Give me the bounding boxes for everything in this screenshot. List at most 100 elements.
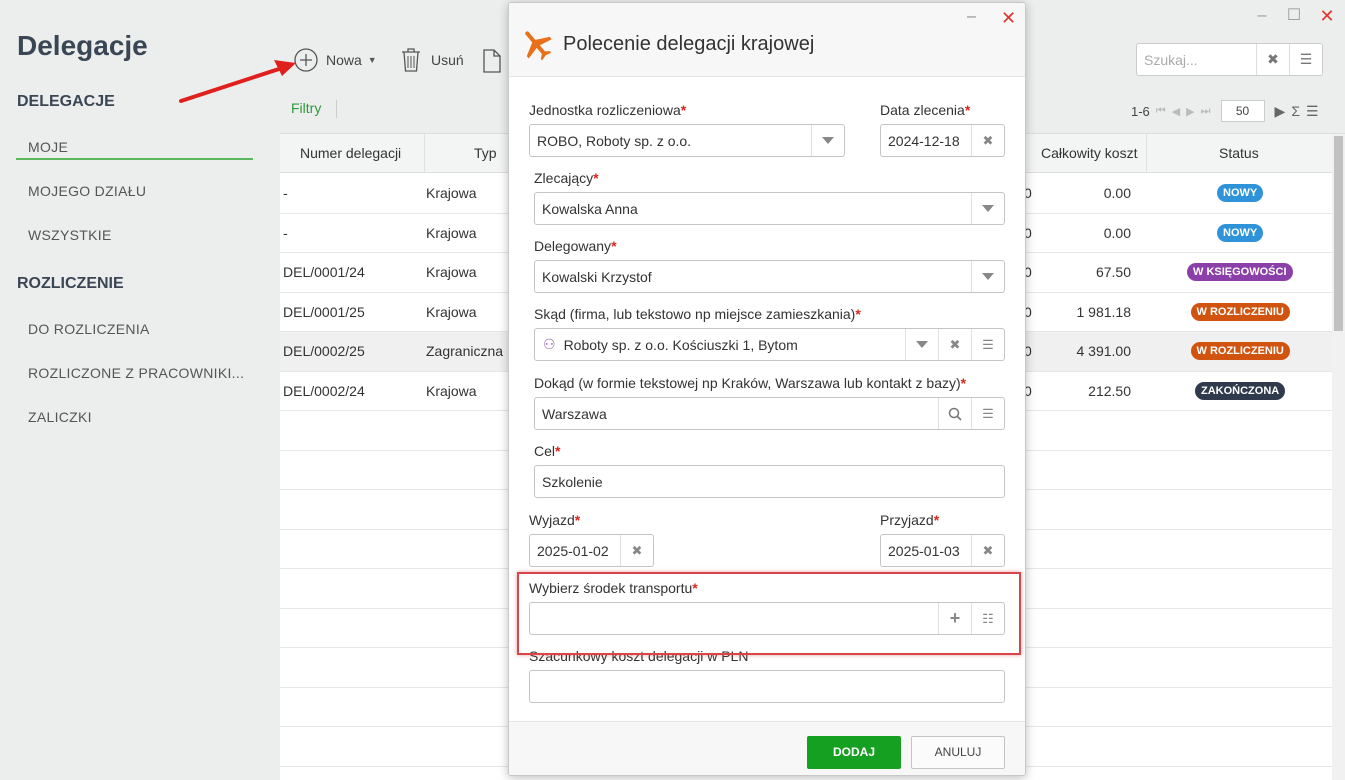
delete-button-label: Usuń [431,52,464,68]
transport-label: Wybierz środek transportu* [529,580,698,596]
clear-icon[interactable]: ✖ [971,125,1004,156]
first-page-icon[interactable]: ⏮ [1156,105,1166,118]
clear-icon[interactable]: ✖ [971,535,1004,566]
cell-number: DEL/0001/24 [283,264,365,280]
sidebar-item-wszystkie[interactable]: WSZYSTKIE [28,227,112,243]
clear-icon[interactable]: ✖ [620,535,653,566]
col-header-total[interactable]: Całkowity koszt [1041,145,1137,161]
chevron-down-icon: ▼ [367,55,377,65]
next-page-icon[interactable]: ▶ [1186,105,1194,118]
menu-icon[interactable]: ☰ [971,329,1004,360]
status-badge: ZAKOŃCZONA [1195,381,1286,400]
pager: 1-6 ⏮ ◀ ▶ ⏭ 50 ▶ Σ ☰ [1131,100,1319,122]
filters-link[interactable]: Filtry [291,100,321,116]
status-badge: W ROZLICZENIU [1190,302,1290,321]
window-close-button[interactable]: ✕ [1317,6,1337,26]
status-badge: W KSIĘGOWOŚCI [1187,263,1293,281]
last-page-icon[interactable]: ⏭ [1201,105,1211,118]
orderer-select[interactable]: Kowalska Anna [534,192,1005,225]
delegate-value: Kowalski Krzystof [542,268,652,285]
from-select[interactable]: ⚇ Roboty sp. z o.o. Kościuszki 1, Bytom … [534,328,1005,361]
clear-icon[interactable]: ✖ [938,329,971,360]
go-icon[interactable]: ▶ [1275,103,1286,120]
dialog-footer: DODAJ ANULUJ [509,721,1025,775]
departure-date-field[interactable]: 2025-01-02 ✖ [529,534,654,567]
window-maximize-button[interactable]: ☐ [1284,6,1304,26]
dialog-close-button[interactable]: ✕ [1001,8,1016,29]
delete-button[interactable]: Usuń [400,46,464,74]
document-copy-icon [483,49,501,73]
pager-range: 1-6 [1131,103,1150,119]
add-icon[interactable]: + [938,603,971,634]
cell-number: DEL/0002/24 [283,382,365,399]
unit-select[interactable]: ROBO, Roboty sp. z o.o. [529,124,845,157]
order-date-field[interactable]: 2024-12-18 ✖ [880,124,1005,157]
delegate-select[interactable]: Kowalski Krzystof [534,260,1005,293]
dialog-header: Polecenie delegacji krajowej – ✕ [509,3,1025,77]
from-value: Roboty sp. z o.o. Kościuszki 1, Bytom [563,336,798,353]
clear-search-icon[interactable]: ✖ [1256,44,1289,75]
cell-number: DEL/0001/25 [283,303,365,320]
add-button[interactable]: DODAJ [807,736,901,769]
cell-total: 67.50 [1095,264,1131,280]
status-badge: NOWY [1217,184,1264,202]
window-minimize-button[interactable]: – [1252,6,1272,26]
estimated-cost-input[interactable] [529,670,1005,703]
dialog-title: Polecenie delegacji krajowej [563,33,815,55]
dropdown-icon[interactable] [971,193,1004,224]
transport-select[interactable]: + ☷ [529,602,1005,635]
cell-type: Krajowa [426,264,477,280]
arrival-value: 2025-01-03 [888,542,960,559]
divider [336,100,337,118]
dialog-minimize-button[interactable]: – [967,8,976,26]
cell-total: 212.50 [1088,382,1131,399]
prev-page-icon[interactable]: ◀ [1172,105,1180,118]
app-title: Delegacje [17,30,148,61]
arrival-date-field[interactable]: 2025-01-03 ✖ [880,534,1005,567]
cancel-button[interactable]: ANULUJ [911,736,1005,769]
status-badge: W ROZLICZENIU [1190,342,1290,360]
menu-icon[interactable]: ☰ [1289,44,1322,75]
col-header-type[interactable]: Typ [474,145,497,161]
dropdown-icon[interactable] [905,329,938,360]
from-label: Skąd (firma, lub tekstowo np miejsce zam… [534,306,861,322]
table-scrollbar[interactable] [1332,134,1345,780]
cell-number: DEL/0002/25 [283,343,365,359]
sidebar-item-rozliczone[interactable]: ROZLICZONE Z PRACOWNIKI... [28,365,244,381]
sidebar-section-rozliczenie: ROZLICZENIE [17,275,124,292]
to-field[interactable]: Warszawa ☰ [534,397,1005,430]
purpose-label: Cel* [534,443,561,459]
copy-button[interactable] [482,46,504,74]
dropdown-icon[interactable] [811,125,844,156]
cell-type: Krajowa [426,224,477,241]
col-header-status[interactable]: Status [1219,145,1259,161]
active-nav-indicator [16,158,253,160]
order-date-label: Data zlecenia* [880,102,971,118]
page-size-input[interactable]: 50 [1220,100,1265,122]
sidebar-item-mojego-dzialu[interactable]: MOJEGO DZIAŁU [28,183,146,199]
sidebar-item-zaliczki[interactable]: ZALICZKI [28,409,92,425]
cell-total: 4 391.00 [1076,343,1132,359]
col-header-number[interactable]: Numer delegacji [300,145,401,161]
sidebar-section-delegacje: DELEGACJE [17,93,115,110]
purpose-input[interactable]: Szkolenie [534,465,1005,498]
cell-total: 0.00 [1103,224,1131,241]
sidebar-item-moje[interactable]: MOJE [28,139,68,155]
dropdown-icon[interactable] [971,261,1004,292]
scrollbar-thumb[interactable] [1334,136,1343,331]
search-input[interactable]: Szukaj... [1137,52,1256,68]
cell-number: - [283,185,288,201]
list-icon[interactable]: ☷ [971,603,1004,634]
new-button-label: Nowa [326,52,362,68]
menu-icon[interactable]: ☰ [971,398,1004,429]
divider [1146,134,1147,173]
search-icon[interactable] [938,398,971,429]
columns-menu-icon[interactable]: ☰ [1306,103,1319,120]
sum-icon[interactable]: Σ [1291,103,1300,119]
cell-total: 1 981.18 [1076,303,1132,320]
sidebar-item-do-rozliczenia[interactable]: DO ROZLICZENIA [28,321,150,337]
unit-label: Jednostka rozliczeniowa* [529,102,687,118]
search-box: Szukaj... ✖ ☰ [1136,43,1323,76]
new-button[interactable]: Nowa ▼ [293,46,377,74]
cell-type: Krajowa [426,185,477,201]
